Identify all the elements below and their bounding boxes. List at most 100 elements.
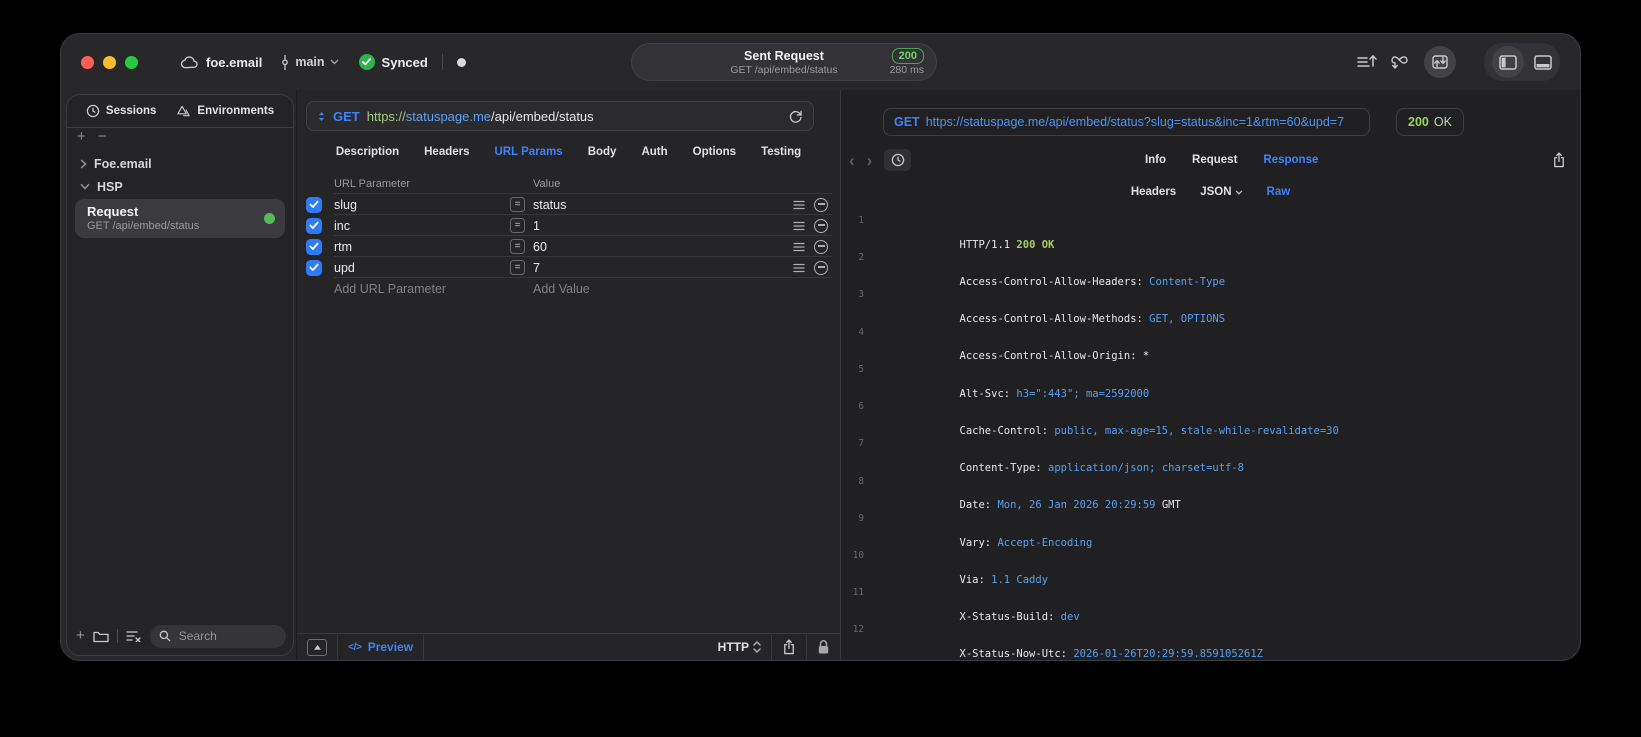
branch-switcher[interactable]: main: [280, 54, 339, 70]
params-header-row: URL Parameter Value: [306, 173, 832, 194]
params-rows: slug status: [306, 194, 832, 278]
app-window: foe.email main Synced Sent Request GET /…: [60, 33, 1581, 661]
param-value-field[interactable]: 1: [533, 219, 540, 233]
response-line: 1 HTTP/1.1 200 OK: [847, 214, 1572, 251]
tab-sessions[interactable]: Sessions: [86, 104, 156, 118]
response-url-box[interactable]: GET https://statuspage.me/api/embed/stat…: [883, 108, 1370, 136]
request-editor-tab[interactable]: Auth: [641, 146, 667, 158]
forward-arrow-icon[interactable]: ›: [867, 152, 873, 169]
request-editor-tab[interactable]: Body: [588, 146, 617, 158]
project-switcher[interactable]: foe.email: [180, 55, 262, 70]
tree-group-label: Foe.email: [94, 156, 152, 171]
synced-check-icon: [358, 54, 375, 70]
response-tab[interactable]: Info: [1145, 154, 1166, 166]
line-number: 5: [858, 363, 864, 375]
request-editor-tab[interactable]: Description: [336, 146, 399, 158]
protocol-selector[interactable]: HTTP: [718, 640, 761, 654]
subtab-headers[interactable]: Headers: [1131, 186, 1176, 198]
add-item-button[interactable]: +: [77, 129, 86, 144]
param-value-field[interactable]: status: [533, 198, 566, 212]
toggle-bottom-panel-button[interactable]: [1534, 54, 1552, 70]
param-name-field[interactable]: slug: [334, 198, 510, 212]
remove-param-icon[interactable]: [814, 260, 828, 275]
request-editor-tab[interactable]: Headers: [424, 146, 469, 158]
row-options-icon[interactable]: [793, 221, 805, 231]
request-editor-tab[interactable]: URL Params: [495, 146, 563, 158]
param-value-field[interactable]: 60: [533, 240, 547, 254]
filter-list-icon[interactable]: [126, 630, 142, 642]
response-line: 10 Via: 1.1 Caddy: [847, 549, 1572, 586]
response-tab[interactable]: Response: [1263, 154, 1318, 166]
response-url: https://statuspage.me/api/embed/status?s…: [925, 115, 1345, 129]
preview-button[interactable]: </> Preview: [348, 640, 413, 654]
search-icon: [159, 630, 171, 642]
zoom-button[interactable]: [125, 55, 138, 69]
param-checkbox-checked[interactable]: [306, 259, 322, 276]
share-icon[interactable]: [782, 639, 796, 655]
response-line: 8 Date: Mon, 26 Jan 2026 20:29:59 GMT: [847, 475, 1572, 512]
minimize-button[interactable]: [103, 55, 116, 69]
equals-icon: [510, 239, 525, 254]
subtab-json-label: JSON: [1200, 186, 1232, 198]
code-segment: public, max-age=15, stale-while-revalida…: [1054, 424, 1339, 437]
request-list-item-selected[interactable]: Request GET /api/embed/status: [75, 199, 285, 238]
share-icon[interactable]: [1552, 152, 1566, 168]
method-stepper-icon[interactable]: [317, 110, 326, 123]
tree-group-foe-email[interactable]: Foe.email: [72, 152, 288, 175]
sent-requests-panel-button[interactable]: [1424, 46, 1456, 78]
search-input[interactable]: [176, 628, 277, 644]
row-options-icon[interactable]: [793, 200, 805, 210]
tree-group-hsp[interactable]: HSP: [72, 175, 288, 198]
subtab-json[interactable]: JSON: [1200, 186, 1242, 198]
equals-icon: [510, 260, 525, 275]
remove-param-icon[interactable]: [814, 239, 828, 254]
lock-icon[interactable]: [817, 639, 830, 655]
param-checkbox-checked[interactable]: [306, 196, 322, 213]
param-name-field[interactable]: rtm: [334, 240, 510, 254]
refresh-icon[interactable]: [788, 109, 803, 124]
row-options-icon[interactable]: [793, 242, 805, 252]
new-folder-icon[interactable]: [93, 630, 109, 643]
export-requests-icon[interactable]: [1357, 54, 1377, 70]
remove-param-icon[interactable]: [814, 197, 828, 212]
new-request-button[interactable]: +: [76, 628, 85, 643]
add-param-row[interactable]: Add URL Parameter Add Value: [306, 278, 832, 299]
sync-status[interactable]: Synced: [358, 54, 428, 70]
param-name-field[interactable]: upd: [334, 261, 510, 275]
param-name-field[interactable]: inc: [334, 219, 510, 233]
remove-param-icon[interactable]: [814, 218, 828, 233]
request-editor-tab[interactable]: Options: [693, 146, 736, 158]
clock-icon: [86, 104, 100, 118]
add-param-placeholder[interactable]: Add URL Parameter: [334, 282, 510, 296]
line-number: 12: [852, 624, 864, 636]
add-value-placeholder[interactable]: Add Value: [510, 282, 774, 296]
history-button[interactable]: [884, 149, 912, 171]
preview-label: Preview: [367, 640, 414, 654]
back-arrow-icon[interactable]: ‹: [849, 152, 855, 169]
code-segment: 200 OK: [1016, 238, 1055, 251]
row-options-icon[interactable]: [793, 263, 805, 273]
screen: foe.email main Synced Sent Request GET /…: [0, 0, 1641, 737]
param-value-field[interactable]: 7: [533, 261, 540, 275]
param-checkbox-checked[interactable]: [306, 217, 322, 234]
subtab-raw[interactable]: Raw: [1267, 186, 1291, 198]
environments-icon: [176, 104, 191, 118]
response-tab[interactable]: Request: [1192, 154, 1237, 166]
titlebar-actions: [1357, 43, 1560, 81]
tree-group-label: HSP: [97, 179, 123, 194]
sidebar-search[interactable]: [149, 624, 286, 648]
request-url-bar[interactable]: GET https://statuspage.me/api/embed/stat…: [306, 101, 814, 131]
code-segment: Alt-Svc:: [959, 387, 1017, 400]
request-swap-icon: [1431, 53, 1449, 71]
tab-environments[interactable]: Environments: [176, 104, 274, 118]
close-button[interactable]: [81, 55, 94, 69]
request-editor-tab[interactable]: Testing: [761, 146, 801, 158]
sent-request-pill[interactable]: Sent Request GET /api/embed/status 200 2…: [631, 43, 937, 81]
url-path: /api/embed/status: [491, 108, 594, 124]
param-checkbox-checked[interactable]: [306, 238, 322, 255]
remove-item-button[interactable]: −: [98, 129, 107, 144]
toggle-sidebar-button[interactable]: [1492, 46, 1524, 78]
collapse-panel-button[interactable]: [307, 638, 327, 656]
code-generator-icon[interactable]: [1391, 54, 1410, 70]
sent-request-title: Sent Request: [744, 48, 824, 63]
